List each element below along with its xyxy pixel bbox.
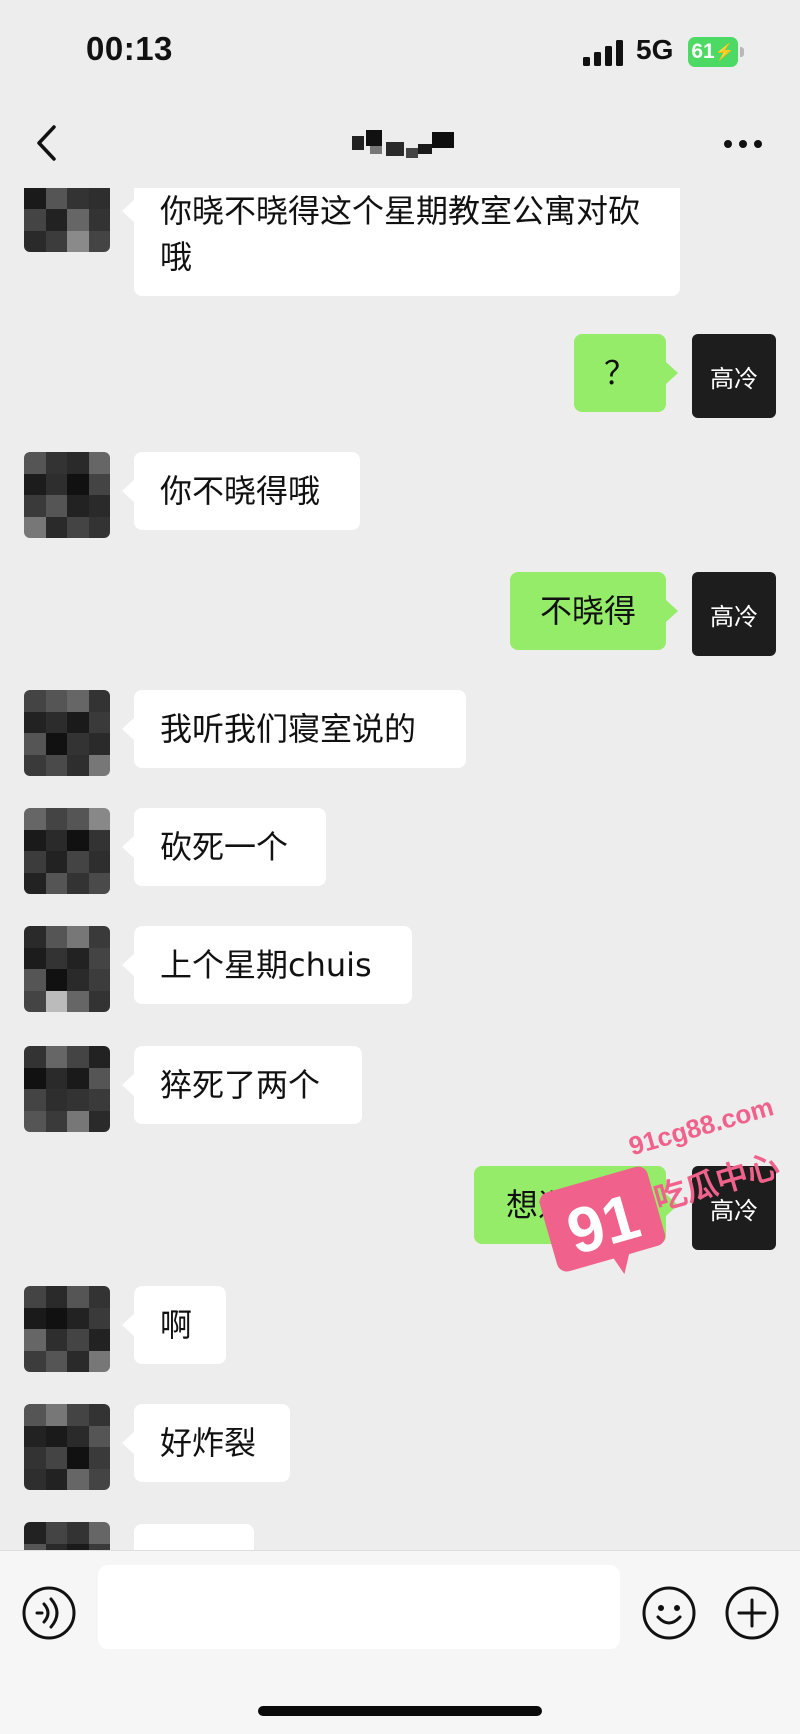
self-avatar[interactable]: 高冷 xyxy=(692,334,776,418)
message-input[interactable] xyxy=(98,1565,620,1649)
contact-avatar[interactable] xyxy=(24,1404,110,1490)
battery-cap xyxy=(740,47,744,57)
chat-title-redacted xyxy=(352,130,454,158)
message-bubble-incoming[interactable]: 你晓不晓得这个星期教室公寓对砍哦 xyxy=(122,188,680,296)
back-button[interactable] xyxy=(26,118,66,168)
message-bubble-outgoing[interactable]: 想退学了 xyxy=(474,1166,678,1244)
message-bubble-incoming[interactable]: 你不晓得哦 xyxy=(122,452,360,530)
message-bubble-outgoing[interactable]: ？ xyxy=(574,334,678,412)
message-list[interactable]: 你晓不晓得这个星期教室公寓对砍哦 ？ 高冷 你不晓得哦 不晓得 高冷 我听我们寝… xyxy=(0,188,800,1550)
contact-avatar[interactable] xyxy=(24,1522,110,1550)
contact-avatar[interactable] xyxy=(24,1286,110,1372)
message-row xyxy=(0,188,800,1550)
input-bar xyxy=(0,1550,800,1734)
self-avatar[interactable]: 高冷 xyxy=(692,572,776,656)
chevron-left-icon xyxy=(37,125,56,161)
contact-avatar[interactable] xyxy=(24,188,110,252)
message-bubble-incoming[interactable]: 上个星期chuis xyxy=(122,926,412,1004)
plus-icon[interactable] xyxy=(723,1584,781,1642)
contact-avatar[interactable] xyxy=(24,690,110,776)
battery-icon: 61 ⚡ xyxy=(688,37,744,67)
message-row: 你晓不晓得这个星期教室公寓对砍哦 xyxy=(0,188,800,296)
self-avatar[interactable]: 高冷 xyxy=(692,1166,776,1250)
status-bar: 00:13 5G 61 ⚡ xyxy=(0,0,800,100)
emoji-icon[interactable] xyxy=(640,1584,698,1642)
contact-avatar[interactable] xyxy=(24,452,110,538)
ellipsis-icon xyxy=(724,140,762,148)
status-time: 00:13 xyxy=(86,30,173,67)
message-bubble-incoming[interactable]: 砍死一个 xyxy=(122,808,326,886)
contact-avatar[interactable] xyxy=(24,926,110,1012)
voice-icon[interactable] xyxy=(20,1584,78,1642)
home-indicator[interactable] xyxy=(258,1706,542,1716)
contact-avatar[interactable] xyxy=(24,808,110,894)
watermark-site: 91cg88.com xyxy=(625,1098,776,1161)
network-type: 5G xyxy=(636,34,674,65)
more-button[interactable] xyxy=(718,124,768,164)
signal-icon xyxy=(583,40,623,66)
chat-header xyxy=(0,100,800,188)
message-bubble-incoming[interactable]: 我听我们寝室说的 xyxy=(122,690,466,768)
battery-level: 61 ⚡ xyxy=(688,37,738,67)
message-bubble-incoming[interactable]: 啊 xyxy=(122,1286,226,1364)
message-bubble-incoming[interactable]: 好炸裂 xyxy=(122,1404,290,1482)
contact-avatar[interactable] xyxy=(24,1046,110,1132)
message-bubble-incoming[interactable] xyxy=(134,1524,254,1550)
message-bubble-outgoing[interactable]: 不晓得 xyxy=(510,572,678,650)
message-bubble-incoming[interactable]: 猝死了两个 xyxy=(122,1046,362,1124)
